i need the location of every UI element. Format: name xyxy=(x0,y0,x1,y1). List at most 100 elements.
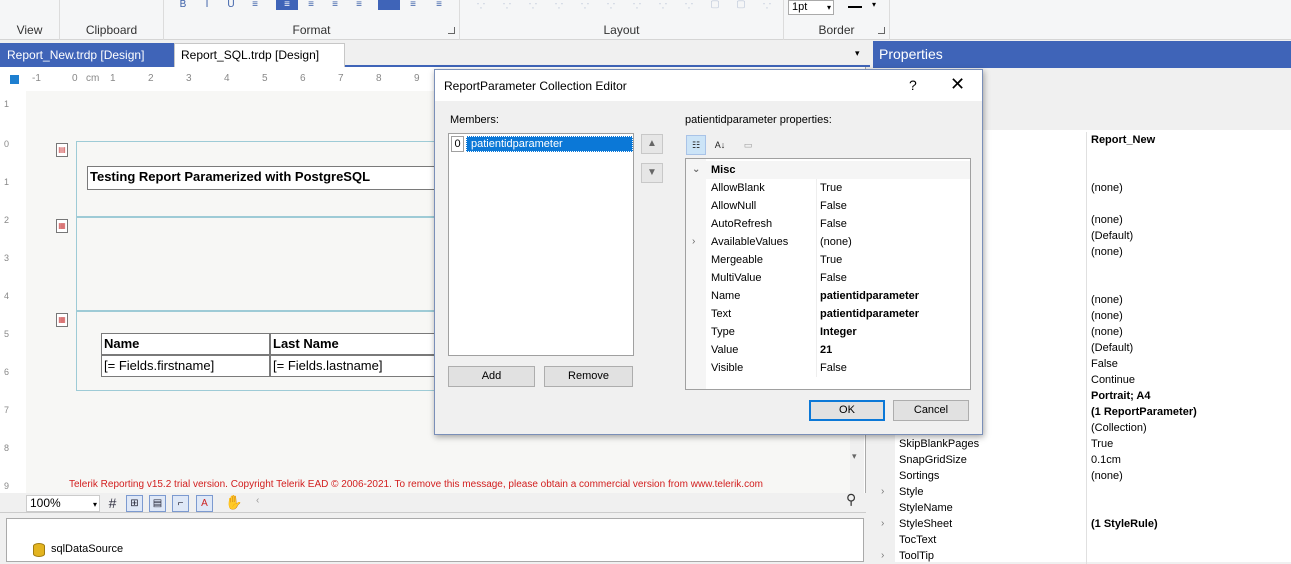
grid-row[interactable]: › AvailableValues (none) xyxy=(686,233,970,251)
grid-property-value[interactable]: False xyxy=(820,197,968,215)
grid-row[interactable]: AllowNull False xyxy=(686,197,970,215)
expand-icon[interactable]: › xyxy=(881,516,884,532)
dialog-launcher-icon[interactable] xyxy=(448,27,455,34)
grid-property-value[interactable]: False xyxy=(820,215,968,233)
expand-icon[interactable]: › xyxy=(692,233,695,251)
layout-size-icon[interactable]: ▢ xyxy=(734,0,748,10)
category-row[interactable]: ⌄ Misc xyxy=(686,161,970,179)
grid-property-value[interactable]: False xyxy=(820,359,968,377)
tab-overflow-icon[interactable]: ▾ xyxy=(855,48,860,59)
cancel-button[interactable]: Cancel xyxy=(893,400,969,421)
property-value[interactable]: (none) xyxy=(1091,244,1289,260)
property-value[interactable]: Continue xyxy=(1091,372,1289,388)
grid-row[interactable]: AllowBlank True xyxy=(686,179,970,197)
property-row[interactable]: › StyleSheet (1 StyleRule) xyxy=(873,516,1291,532)
italic-icon[interactable]: I xyxy=(200,0,214,10)
property-value[interactable]: 0.1cm xyxy=(1091,452,1289,468)
align-left-icon[interactable]: ≡ xyxy=(248,0,262,10)
layout-align-icon[interactable]: ⁛ xyxy=(578,0,592,10)
property-value[interactable]: False xyxy=(1091,356,1289,372)
header-name-textbox[interactable]: Name xyxy=(101,333,270,355)
property-value[interactable]: (Default) xyxy=(1091,228,1289,244)
grid-icon[interactable]: # xyxy=(104,495,121,512)
layout-align-icon[interactable]: ⁛ xyxy=(526,0,540,10)
grid-row[interactable]: Text patientidparameter xyxy=(686,305,970,323)
align-justify-icon[interactable]: ≡ xyxy=(304,0,318,10)
property-row[interactable]: SnapGridSize 0.1cm xyxy=(873,452,1291,468)
report-header-section-icon[interactable]: ▤ xyxy=(56,143,68,157)
property-value[interactable]: (none) xyxy=(1091,212,1289,228)
member-name[interactable]: patientidparameter xyxy=(466,136,633,152)
property-value[interactable]: (Collection) xyxy=(1091,420,1289,436)
title-textbox[interactable]: Testing Report Paramerized with PostgreS… xyxy=(87,166,437,190)
property-row[interactable]: TocText xyxy=(873,532,1291,548)
property-value[interactable]: True xyxy=(1091,436,1289,452)
layout-align-icon[interactable]: ⁛ xyxy=(474,0,488,10)
snap-to-lines-icon[interactable]: ▤ xyxy=(149,495,166,512)
remove-button[interactable]: Remove xyxy=(544,366,633,387)
grid-row[interactable]: Value 21 xyxy=(686,341,970,359)
property-value[interactable] xyxy=(1091,532,1289,548)
list-item[interactable]: 0 patientidparameter xyxy=(451,136,633,152)
grid-property-value[interactable]: patientidparameter xyxy=(820,305,968,323)
grid-property-value[interactable]: patientidparameter xyxy=(820,287,968,305)
add-button[interactable]: Add xyxy=(448,366,535,387)
snap-to-grid-icon[interactable]: ⊞ xyxy=(126,495,143,512)
tab-report-new[interactable]: Report_New.trdp [Design] xyxy=(0,43,174,67)
categorized-icon[interactable]: ☷ xyxy=(686,135,706,155)
scroll-left-icon[interactable]: ‹ xyxy=(256,495,259,506)
property-value[interactable] xyxy=(1091,500,1289,516)
property-value[interactable]: (Default) xyxy=(1091,340,1289,356)
grid-property-value[interactable]: True xyxy=(820,179,968,197)
data-source-item[interactable]: sqlDataSource xyxy=(51,543,123,555)
property-value[interactable] xyxy=(1091,260,1289,276)
bold-icon[interactable]: B xyxy=(176,0,190,10)
grid-property-value[interactable]: True xyxy=(820,251,968,269)
property-value[interactable]: (1 StyleRule) xyxy=(1091,516,1289,532)
detail-section-icon[interactable]: ▦ xyxy=(56,313,68,327)
align-bottom-icon[interactable]: ≡ xyxy=(406,0,420,10)
property-value[interactable]: (none) xyxy=(1091,180,1289,196)
layout-align-icon[interactable]: ⁛ xyxy=(630,0,644,10)
field-lastname-textbox[interactable]: [= Fields.lastname] xyxy=(270,355,436,377)
grid-row[interactable]: MultiValue False xyxy=(686,269,970,287)
field-firstname-textbox[interactable]: [= Fields.firstname] xyxy=(101,355,270,377)
tab-report-sql[interactable]: Report_SQL.trdp [Design] xyxy=(174,43,345,67)
move-up-button[interactable]: ▲ xyxy=(641,134,663,154)
zoom-dropdown[interactable]: 100% ▾ xyxy=(26,495,100,512)
dimensions-icon[interactable]: ⌐ xyxy=(172,495,189,512)
border-width-dropdown[interactable]: 1pt ▾ xyxy=(788,0,834,15)
grid-row[interactable]: Type Integer xyxy=(686,323,970,341)
dialog-launcher-icon[interactable] xyxy=(878,27,885,34)
property-value[interactable]: (1 ReportParameter) xyxy=(1091,404,1289,420)
align-right-icon[interactable]: ≡ xyxy=(328,0,342,10)
layout-size-icon[interactable]: ⁛ xyxy=(760,0,774,10)
property-value[interactable]: Report_New xyxy=(1091,132,1289,148)
grid-row[interactable]: Mergeable True xyxy=(686,251,970,269)
zoom-search-icon[interactable]: ⚲ xyxy=(846,491,856,508)
property-row[interactable]: Sortings (none) xyxy=(873,468,1291,484)
property-value[interactable] xyxy=(1091,148,1289,164)
more-format-icon[interactable]: ≡ xyxy=(432,0,446,10)
underline-icon[interactable]: U xyxy=(224,0,238,10)
ruler-corner-icon[interactable] xyxy=(10,75,19,84)
grid-property-value[interactable]: False xyxy=(820,269,968,287)
grid-row[interactable]: Visible False xyxy=(686,359,970,377)
property-value[interactable] xyxy=(1091,196,1289,212)
alphabetical-icon[interactable]: A↓ xyxy=(710,135,730,155)
align-middle-icon[interactable] xyxy=(378,0,400,10)
property-value[interactable] xyxy=(1091,484,1289,500)
page-header-section-icon[interactable]: ▦ xyxy=(56,219,68,233)
layout-align-icon[interactable]: ⁛ xyxy=(552,0,566,10)
chevron-down-icon[interactable]: ▾ xyxy=(872,0,876,9)
text-format-icon[interactable]: A xyxy=(196,495,213,512)
property-value[interactable] xyxy=(1091,164,1289,180)
layout-align-icon[interactable]: ⁛ xyxy=(682,0,696,10)
layout-align-icon[interactable]: ⁛ xyxy=(500,0,514,10)
members-list[interactable]: 0 patientidparameter xyxy=(448,133,634,356)
property-row[interactable]: StyleName xyxy=(873,500,1291,516)
layout-size-icon[interactable]: ▢ xyxy=(708,0,722,10)
close-icon[interactable]: ✕ xyxy=(950,74,965,95)
grid-property-value[interactable]: Integer xyxy=(820,323,968,341)
property-value[interactable]: (none) xyxy=(1091,308,1289,324)
